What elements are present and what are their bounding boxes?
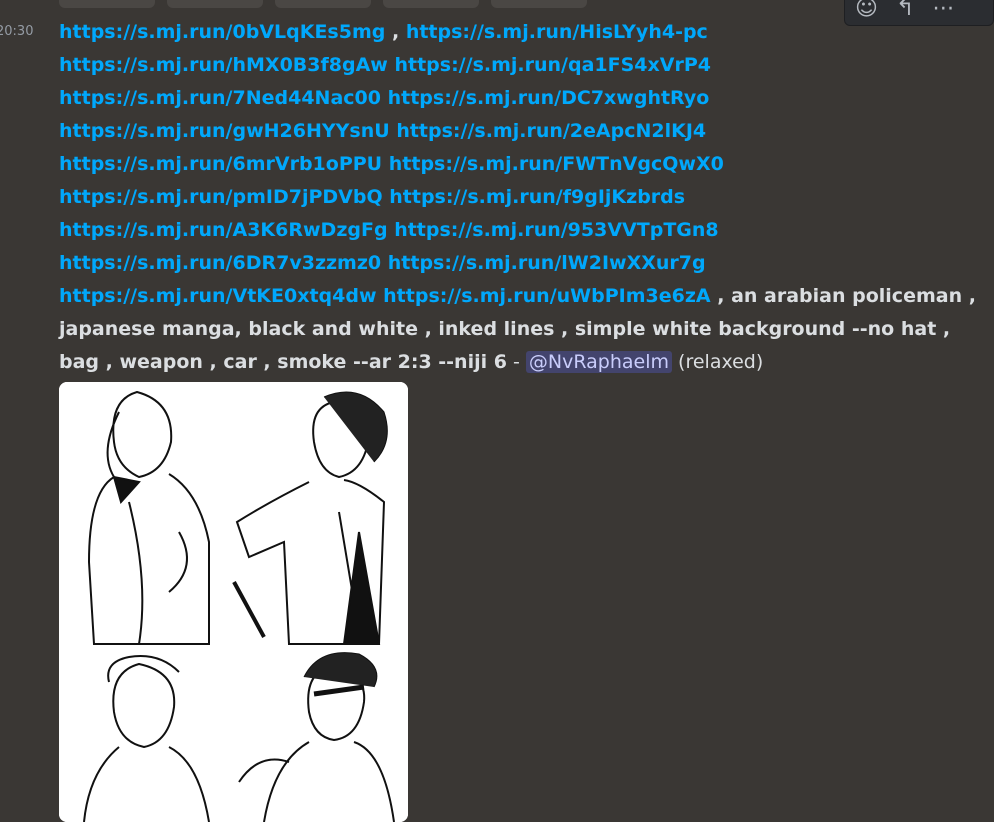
link[interactable]: https://s.mj.run/hMX0B3f8gAw <box>59 54 388 76</box>
message-timestamp: 20:30 <box>0 24 34 39</box>
link[interactable]: https://s.mj.run/gwH26HYYsnU <box>59 120 390 142</box>
action-buttons-row <box>59 0 587 8</box>
link[interactable]: https://s.mj.run/f9gIjKzbrds <box>389 186 685 208</box>
link[interactable]: https://s.mj.run/FWTnVgcQwX0 <box>389 153 724 175</box>
link[interactable]: https://s.mj.run/6mrVrb1oPPU <box>59 153 382 175</box>
link[interactable]: https://s.mj.run/HisLYyh4-pc <box>406 21 708 43</box>
link[interactable]: https://s.mj.run/qa1FS4xVrP4 <box>394 54 711 76</box>
link[interactable]: https://s.mj.run/6DR7v3zzmz0 <box>59 252 381 274</box>
link[interactable]: https://s.mj.run/7Ned44Nac00 <box>59 87 381 109</box>
dash-separator: - <box>506 351 526 373</box>
action-button-3[interactable] <box>275 0 371 8</box>
separator: , <box>385 21 406 43</box>
message-content: https://s.mj.run/0bVLqKEs5mg , https://s… <box>59 16 989 379</box>
link[interactable]: https://s.mj.run/A3K6RwDzgFg <box>59 219 388 241</box>
action-button-5[interactable] <box>491 0 587 8</box>
image-attachment[interactable] <box>59 382 408 822</box>
link[interactable]: https://s.mj.run/lW2IwXXur7g <box>388 252 706 274</box>
link[interactable]: https://s.mj.run/2eApcN2lKJ4 <box>396 120 706 142</box>
user-mention[interactable]: @NvRaphaelm <box>525 351 672 373</box>
link[interactable]: https://s.mj.run/uWbPIm3e6zA <box>383 285 710 307</box>
action-button-1[interactable] <box>59 0 155 8</box>
action-button-4[interactable] <box>383 0 479 8</box>
link[interactable]: https://s.mj.run/DC7xwghtRyo <box>388 87 710 109</box>
link[interactable]: https://s.mj.run/0bVLqKEs5mg <box>59 21 385 43</box>
link[interactable]: https://s.mj.run/VtKE0xtq4dw <box>59 285 377 307</box>
link[interactable]: https://s.mj.run/953VVTpTGn8 <box>394 219 718 241</box>
manga-grid-image <box>59 382 408 822</box>
link[interactable]: https://s.mj.run/pmID7jPDVbQ <box>59 186 383 208</box>
action-button-2[interactable] <box>167 0 263 8</box>
mode-label: (relaxed) <box>672 351 764 373</box>
